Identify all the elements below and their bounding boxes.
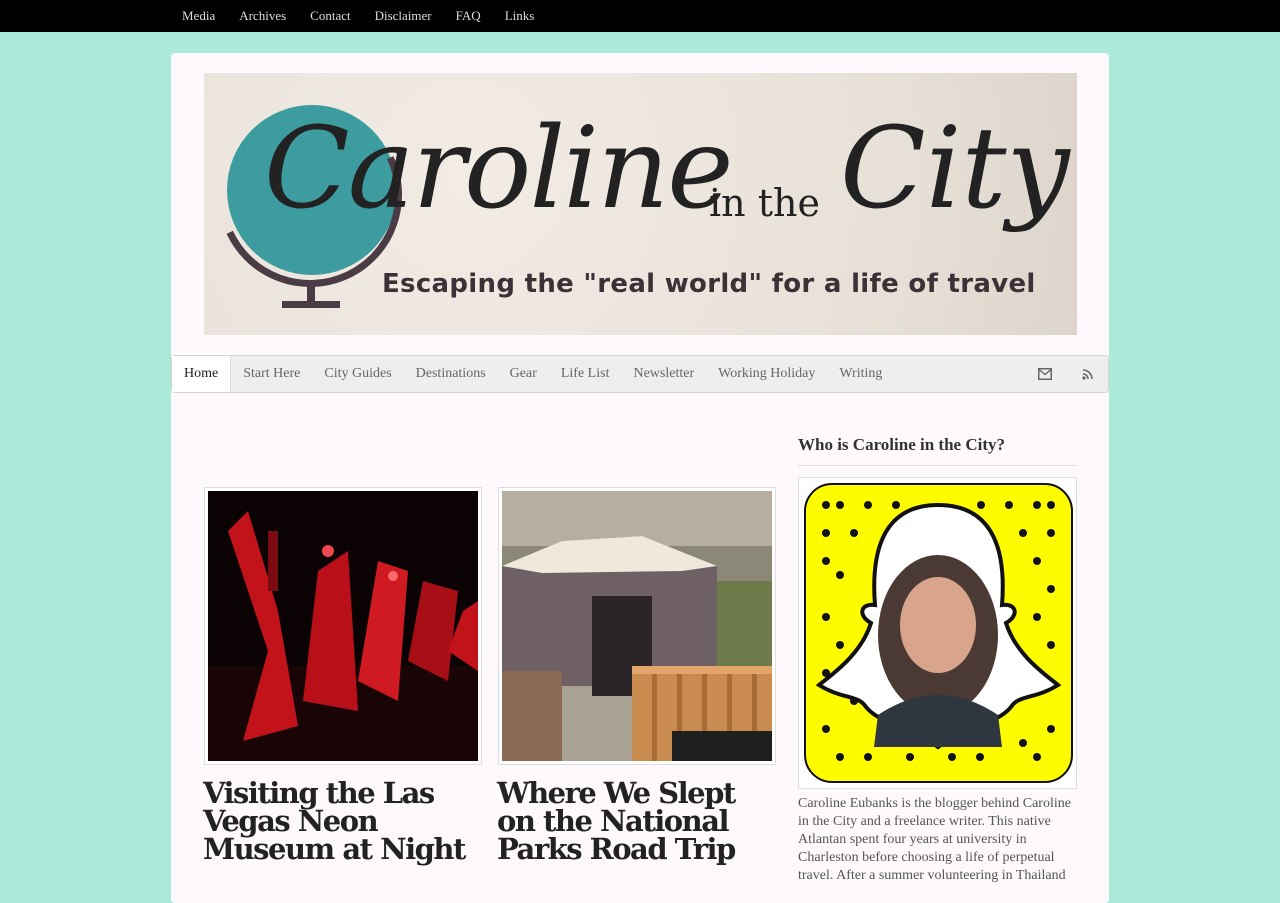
about-bio-text: Caroline Eubanks is the blogger behind C…	[798, 796, 1071, 883]
post-title-link[interactable]: Where We Slept on the National Parks Roa…	[497, 779, 778, 864]
page-container: Caroline in the City Escaping the "real …	[171, 53, 1109, 903]
top-nav-links[interactable]: Links	[493, 8, 547, 24]
site-banner[interactable]: Caroline in the City Escaping the "real …	[204, 73, 1077, 335]
post-thumbnail-link[interactable]	[498, 487, 776, 765]
nav-city-guides[interactable]: City Guides	[312, 356, 403, 392]
snapcode-image-frame	[798, 477, 1077, 789]
nav-home[interactable]: Home	[172, 356, 232, 392]
nav-working-holiday[interactable]: Working Holiday	[706, 356, 827, 392]
about-widget: Who is Caroline in the City? Caroline Eu…	[798, 435, 1077, 885]
nav-gear[interactable]: Gear	[498, 356, 549, 392]
post-title-link[interactable]: Visiting the Las Vegas Neon Museum at Ni…	[203, 779, 484, 864]
top-nav-faq[interactable]: FAQ	[444, 8, 493, 24]
post-card: Where We Slept on the National Parks Roa…	[497, 487, 778, 864]
snapcode-dots-ghost	[815, 501, 1062, 761]
top-utility-nav: Media Archives Contact Disclaimer FAQ Li…	[0, 0, 1280, 32]
email-icon[interactable]	[1024, 366, 1066, 382]
top-nav-media[interactable]: Media	[170, 8, 227, 24]
rss-icon[interactable]	[1066, 366, 1108, 382]
nav-destinations[interactable]: Destinations	[404, 356, 498, 392]
top-nav-archives[interactable]: Archives	[227, 8, 298, 24]
yurt-photo	[502, 491, 772, 761]
about-widget-heading: Who is Caroline in the City?	[798, 435, 1077, 466]
site-title-in-the: in the	[709, 181, 820, 225]
main-navbar: Home Start Here City Guides Destinations…	[171, 355, 1109, 393]
post-card: Visiting the Las Vegas Neon Museum at Ni…	[203, 487, 484, 864]
nav-life-list[interactable]: Life List	[549, 356, 622, 392]
top-utility-bar: Media Archives Contact Disclaimer FAQ Li…	[0, 0, 1280, 32]
neon-museum-photo	[208, 491, 478, 761]
site-title-caroline: Caroline	[264, 104, 733, 234]
top-nav-contact[interactable]: Contact	[298, 8, 362, 24]
site-tagline: Escaping the "real world" for a life of …	[382, 269, 1036, 299]
nav-start-here[interactable]: Start Here	[231, 356, 312, 392]
site-title-city: City	[840, 104, 1070, 234]
snapcode-image	[804, 483, 1073, 783]
nav-social-icons	[1024, 356, 1108, 392]
main-nav: Home Start Here City Guides Destinations…	[172, 356, 1108, 392]
nav-writing[interactable]: Writing	[827, 356, 894, 392]
nav-newsletter[interactable]: Newsletter	[621, 356, 706, 392]
top-nav-disclaimer[interactable]: Disclaimer	[363, 8, 444, 24]
post-thumbnail-link[interactable]	[204, 487, 482, 765]
globe-base-icon	[282, 301, 340, 308]
